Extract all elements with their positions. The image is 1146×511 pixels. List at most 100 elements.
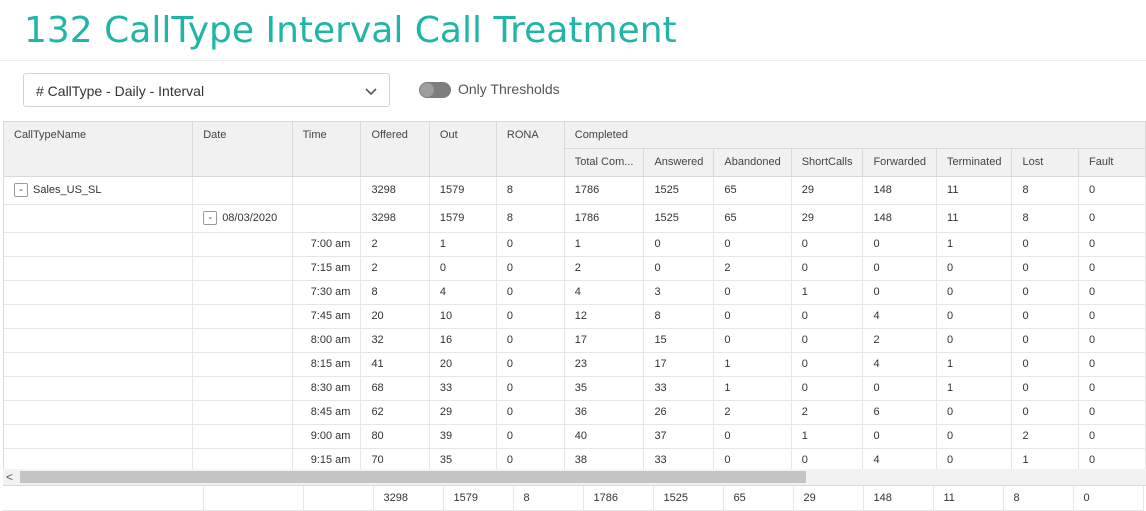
value-offered: 41 [360, 352, 430, 377]
value-out: 0 [429, 256, 497, 281]
report-table: CallTypeName Date Time Offered Out RONA … [4, 122, 1146, 473]
date-cell [192, 280, 293, 305]
report-view-value: # CallType - Daily - Interval [36, 83, 205, 99]
value-offered: 3298 [360, 176, 430, 205]
col-header-date[interactable]: Date [192, 122, 293, 177]
total-abandoned: 65 [723, 486, 794, 511]
value-abandoned: 1 [713, 352, 792, 377]
toggle-knob [420, 83, 434, 97]
value-rona: 8 [496, 204, 565, 233]
table-row[interactable]: 7:15 am 2 0 0 2 0 2 0 0 0 0 0 [4, 256, 1146, 281]
value-fault: 0 [1078, 280, 1146, 305]
col-header-calltype[interactable]: CallTypeName [4, 122, 194, 177]
value-abandoned: 0 [713, 232, 792, 257]
value-terminated: 11 [936, 204, 1013, 233]
calltype-group-row: - Sales_US_SL 3298 1579 8 1786 1525 65 29 148 11 8 0 [4, 176, 1146, 205]
value-fault: 0 [1078, 424, 1146, 449]
report-view-select[interactable]: # CallType - Daily - Interval [23, 73, 390, 107]
value-rona: 0 [496, 328, 565, 353]
table-row[interactable]: 8:45 am 62 29 0 36 26 2 2 6 0 0 0 [4, 400, 1146, 425]
report-grid: CallTypeName Date Time Offered Out RONA … [3, 121, 1146, 510]
collapse-date-button[interactable]: - [203, 211, 218, 225]
col-header-shortcalls[interactable]: ShortCalls [791, 148, 864, 177]
value-rona: 0 [496, 304, 565, 329]
value-shortcalls: 0 [791, 256, 864, 281]
calltype-name: Sales_US_SL [33, 183, 102, 196]
value-shortcalls: 29 [791, 204, 864, 233]
horizontal-scrollbar[interactable]: < [3, 469, 1146, 485]
col-header-forwarded[interactable]: Forwarded [862, 148, 938, 177]
table-row[interactable]: 8:00 am 32 16 0 17 15 0 0 2 0 0 0 [4, 328, 1146, 353]
value-forwarded: 2 [862, 328, 938, 353]
value-total-completed: 1786 [564, 176, 645, 205]
value-out: 1579 [429, 204, 497, 233]
value-fault: 0 [1078, 328, 1146, 353]
value-abandoned: 0 [713, 328, 792, 353]
chevron-down-icon [365, 88, 377, 96]
table-row[interactable]: 7:00 am 2 1 0 1 0 0 0 0 1 0 0 [4, 232, 1146, 257]
total-fault: 0 [1073, 486, 1144, 511]
total-offered: 3298 [373, 486, 444, 511]
value-shortcalls: 29 [791, 176, 864, 205]
value-fault: 0 [1078, 204, 1146, 233]
scrollbar-thumb[interactable] [20, 471, 806, 483]
time-cell [292, 176, 362, 205]
value-lost: 8 [1011, 176, 1079, 205]
value-total-completed: 2 [564, 256, 645, 281]
value-rona: 8 [496, 176, 565, 205]
table-row[interactable]: 8:15 am 41 20 0 23 17 1 0 4 1 0 0 [4, 352, 1146, 377]
value-answered: 17 [643, 352, 715, 377]
calltype-cell: - Sales_US_SL [4, 176, 194, 205]
value-answered: 1525 [643, 176, 715, 205]
time-cell: 8:30 am [292, 376, 362, 401]
col-header-rona[interactable]: RONA [496, 122, 565, 177]
col-header-offered[interactable]: Offered [360, 122, 430, 177]
col-header-lost[interactable]: Lost [1011, 148, 1079, 177]
value-forwarded: 4 [862, 352, 938, 377]
value-out: 29 [429, 400, 497, 425]
col-header-answered[interactable]: Answered [643, 148, 715, 177]
value-rona: 0 [496, 280, 565, 305]
total-forwarded: 148 [863, 486, 934, 511]
value-total-completed: 17 [564, 328, 645, 353]
value-total-completed: 23 [564, 352, 645, 377]
value-out: 39 [429, 424, 497, 449]
date-cell [192, 352, 293, 377]
value-answered: 15 [643, 328, 715, 353]
value-out: 16 [429, 328, 497, 353]
value-forwarded: 0 [862, 232, 938, 257]
date-value: 08/03/2020 [222, 211, 278, 224]
table-row[interactable]: 8:30 am 68 33 0 35 33 1 0 0 1 0 0 [4, 376, 1146, 401]
value-fault: 0 [1078, 232, 1146, 257]
time-cell: 7:45 am [292, 304, 362, 329]
only-thresholds-toggle[interactable] [419, 82, 451, 98]
only-thresholds-label: Only Thresholds [458, 81, 560, 97]
value-forwarded: 0 [862, 280, 938, 305]
scroll-left-arrow-icon[interactable]: < [6, 470, 13, 484]
value-terminated: 11 [936, 176, 1013, 205]
time-cell: 8:15 am [292, 352, 362, 377]
value-shortcalls: 0 [791, 304, 864, 329]
value-lost: 2 [1011, 424, 1079, 449]
col-header-terminated[interactable]: Terminated [936, 148, 1013, 177]
table-row[interactable]: 9:00 am 80 39 0 40 37 0 1 0 0 2 0 [4, 424, 1146, 449]
table-row[interactable]: 7:45 am 20 10 0 12 8 0 0 4 0 0 0 [4, 304, 1146, 329]
date-cell [192, 328, 293, 353]
calltype-cell [4, 376, 194, 401]
col-header-fault[interactable]: Fault [1078, 148, 1146, 177]
value-abandoned: 0 [713, 280, 792, 305]
total-time-cell [303, 486, 374, 511]
date-cell [192, 400, 293, 425]
time-cell [292, 204, 362, 233]
table-row[interactable]: 7:30 am 8 4 0 4 3 0 1 0 0 0 0 [4, 280, 1146, 305]
value-answered: 0 [643, 232, 715, 257]
value-abandoned: 0 [713, 424, 792, 449]
value-fault: 0 [1078, 352, 1146, 377]
collapse-calltype-button[interactable]: - [14, 183, 28, 197]
col-header-out[interactable]: Out [429, 122, 497, 177]
value-rona: 0 [496, 232, 565, 257]
col-header-total-completed[interactable]: Total Com... [564, 148, 645, 177]
col-header-time[interactable]: Time [292, 122, 362, 177]
value-forwarded: 148 [862, 176, 938, 205]
col-header-abandoned[interactable]: Abandoned [713, 148, 792, 177]
